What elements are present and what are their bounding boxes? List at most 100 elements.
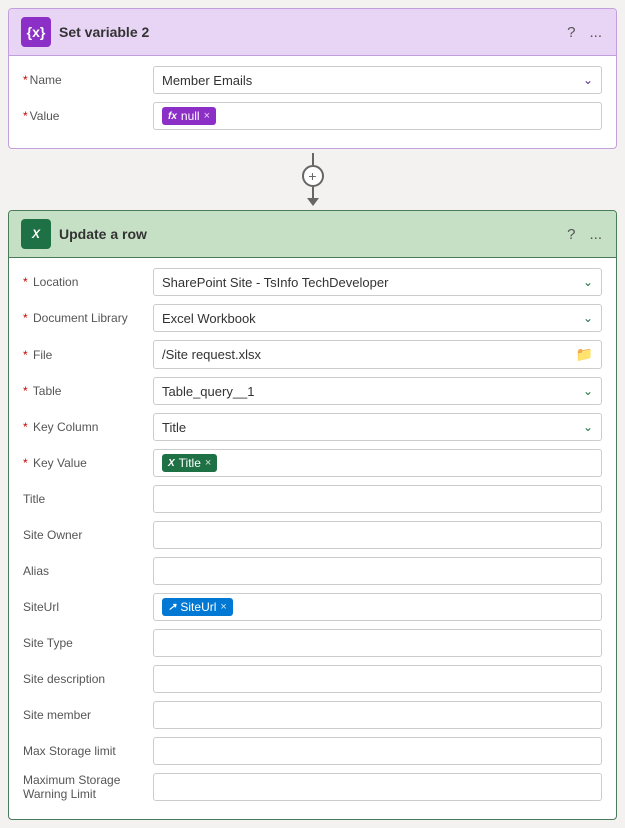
key-column-label: * Key Column [23,420,153,434]
title-label: Title [23,492,153,506]
site-description-field-row: Site description [23,665,602,693]
title-input[interactable] [153,485,602,513]
table-label: * Table [23,384,153,398]
update-help-icon: ? [567,226,575,243]
key-value-field-row: * Key Value X Title × [23,449,602,477]
update-more-button[interactable]: ... [587,224,604,245]
title-field-row: Title [23,485,602,513]
file-input[interactable]: /Site request.xlsx 📁 [153,340,602,369]
table-field-row: * Table Table_query__1 ⌄ [23,377,602,405]
update-header-right: ? ... [565,224,604,245]
site-description-label: Site description [23,672,153,686]
help-button[interactable]: ? [565,22,577,43]
key-value-token: X Title × [162,454,217,472]
location-dropdown[interactable]: SharePoint Site - TsInfo TechDeveloper ⌄ [153,268,602,296]
site-owner-label: Site Owner [23,528,153,542]
siteurl-token-text: SiteUrl [180,600,216,614]
siteurl-token-close[interactable]: × [220,601,226,613]
name-dropdown[interactable]: Member Emails ⌄ [153,66,602,94]
siteurl-field-row: SiteUrl ↗ SiteUrl × [23,593,602,621]
key-value-label: * Key Value [23,456,153,470]
alias-input[interactable] [153,557,602,585]
set-variable-body: *Name Member Emails ⌄ *Value fx null × [9,56,616,148]
doc-library-field-row: * Document Library Excel Workbook ⌄ [23,304,602,332]
site-description-input[interactable] [153,665,602,693]
site-type-field-row: Site Type [23,629,602,657]
more-button[interactable]: ... [587,22,604,43]
connector-arrow [307,198,319,206]
doc-library-value: Excel Workbook [162,311,256,326]
key-column-arrow: ⌄ [583,420,593,434]
max-storage-warning-field-row: Maximum Storage Warning Limit [23,773,602,801]
location-field-row: * Location SharePoint Site - TsInfo Tech… [23,268,602,296]
set-variable-icon: {x} [21,17,51,47]
max-storage-field-row: Max Storage limit [23,737,602,765]
site-owner-field-row: Site Owner [23,521,602,549]
max-storage-warning-label: Maximum Storage Warning Limit [23,773,153,801]
siteurl-token-icon: ↗ [168,602,176,613]
connector-line-top [312,153,314,165]
excel-icon: X [21,219,51,249]
update-header-left: X Update a row [21,219,147,249]
key-column-field-row: * Key Column Title ⌄ [23,413,602,441]
location-arrow: ⌄ [583,275,593,289]
excel-token-icon: X [168,458,175,469]
excel-icon-label: X [32,227,40,241]
site-owner-input[interactable] [153,521,602,549]
header-left: {x} Set variable 2 [21,17,149,47]
key-value-token-close[interactable]: × [205,457,211,469]
value-field-row: *Value fx null × [23,102,602,130]
siteurl-token-field[interactable]: ↗ SiteUrl × [153,593,602,621]
update-more-icon: ... [589,226,602,243]
site-member-input[interactable] [153,701,602,729]
value-token-field[interactable]: fx null × [153,102,602,130]
update-help-button[interactable]: ? [565,224,577,245]
table-arrow: ⌄ [583,384,593,398]
set-variable-header: {x} Set variable 2 ? ... [9,9,616,56]
value-token: fx null × [162,107,216,125]
key-column-value: Title [162,420,186,435]
header-right: ? ... [565,22,604,43]
location-label: * Location [23,275,153,289]
update-header: X Update a row ? ... [9,211,616,258]
update-body: * Location SharePoint Site - TsInfo Tech… [9,258,616,819]
doc-library-dropdown[interactable]: Excel Workbook ⌄ [153,304,602,332]
update-title: Update a row [59,226,147,242]
table-value: Table_query__1 [162,384,255,399]
siteurl-label: SiteUrl [23,600,153,614]
max-storage-input[interactable] [153,737,602,765]
key-value-token-text: Title [179,456,201,470]
max-storage-warning-input[interactable] [153,773,602,801]
set-variable-title: Set variable 2 [59,24,149,40]
name-field-row: *Name Member Emails ⌄ [23,66,602,94]
name-value: Member Emails [162,73,252,88]
key-value-token-field[interactable]: X Title × [153,449,602,477]
token-text: null [181,109,200,123]
max-storage-label: Max Storage limit [23,744,153,758]
folder-icon: 📁 [576,346,593,363]
location-value: SharePoint Site - TsInfo TechDeveloper [162,275,388,290]
alias-field-row: Alias [23,557,602,585]
site-member-label: Site member [23,708,153,722]
more-icon: ... [589,24,602,41]
key-column-dropdown[interactable]: Title ⌄ [153,413,602,441]
site-member-field-row: Site member [23,701,602,729]
name-label: *Name [23,73,153,87]
name-dropdown-arrow: ⌄ [583,73,593,87]
value-label: *Value [23,109,153,123]
update-row-card: X Update a row ? ... * Location S [8,210,617,820]
file-label: * File [23,348,153,362]
set-variable-card: {x} Set variable 2 ? ... *Name Mem [8,8,617,149]
table-dropdown[interactable]: Table_query__1 ⌄ [153,377,602,405]
site-type-label: Site Type [23,636,153,650]
token-close-button[interactable]: × [204,110,210,122]
add-step-button[interactable]: + [302,165,324,187]
doc-library-arrow: ⌄ [583,311,593,325]
file-value: /Site request.xlsx [162,347,261,362]
fx-icon: fx [168,111,177,122]
connector: + [8,149,617,210]
siteurl-token: ↗ SiteUrl × [162,598,233,616]
doc-library-label: * Document Library [23,311,153,325]
site-type-input[interactable] [153,629,602,657]
file-field-row: * File /Site request.xlsx 📁 [23,340,602,369]
